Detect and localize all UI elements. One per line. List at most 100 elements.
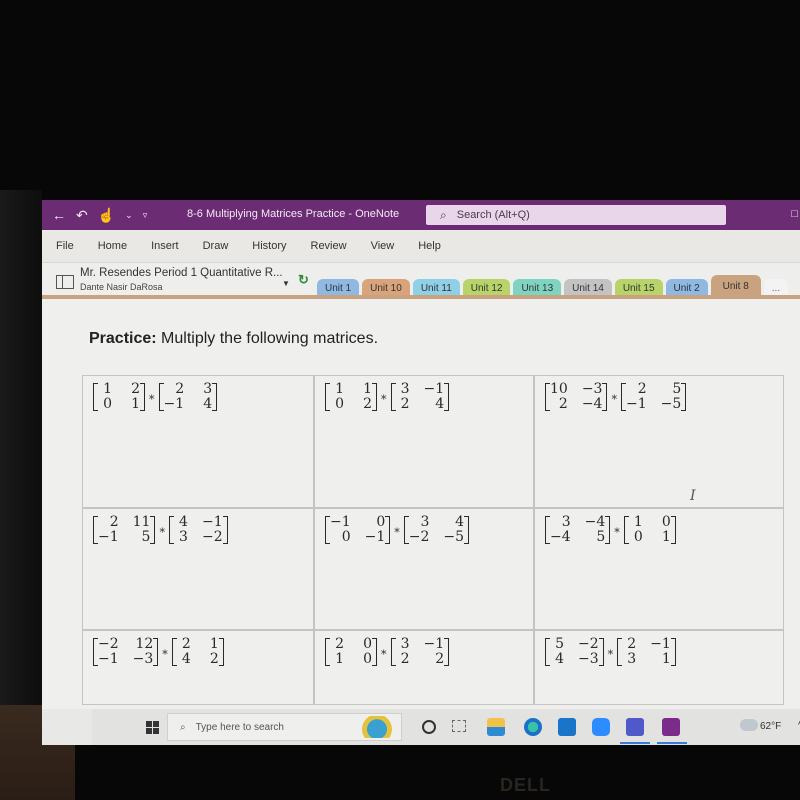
- mail-icon[interactable]: [558, 718, 576, 736]
- matrix-entry: 1: [209, 636, 219, 652]
- matrix-a: −2 12 −1 −3: [93, 636, 159, 667]
- menu-insert[interactable]: Insert: [151, 240, 179, 252]
- matrix-entry: 4: [203, 396, 213, 412]
- problem-cell[interactable]: 10 −3 2 −4 * 2 5 −1 −5: [534, 375, 784, 508]
- page-heading: Practice: Multiply the following matrice…: [89, 330, 378, 348]
- matrix-entry: −2: [408, 529, 430, 545]
- matrix-entry: 3: [561, 514, 571, 530]
- taskbar-search-placeholder: Type here to search: [195, 721, 284, 733]
- matrix-entry: 2: [435, 651, 445, 667]
- matrix-expression[interactable]: 5 −2 4 −3 * 2 −1 3 1: [545, 637, 676, 667]
- matrix-entry: −5: [660, 396, 682, 412]
- matrix-entry: 1: [335, 381, 344, 397]
- problem-cell[interactable]: −2 12 −1 −3 * 2 1 4 2: [82, 630, 314, 705]
- matrix-expression[interactable]: 10 −3 2 −4 * 2 5 −1 −5: [545, 381, 687, 412]
- matrix-entry: 3: [627, 651, 637, 667]
- search-icon: ⌕: [440, 207, 447, 222]
- onenote-active-indicator: [657, 742, 687, 744]
- matrix-entry: 0: [661, 514, 671, 530]
- matrix-b: 2 3 −1 4: [158, 381, 218, 412]
- sync-icon[interactable]: ↻: [298, 272, 309, 288]
- onenote-icon[interactable]: [662, 718, 680, 736]
- temperature[interactable]: 62°F: [760, 721, 781, 732]
- matrix-entry: 1: [335, 651, 344, 667]
- problem-cell[interactable]: 1 2 0 1 * 2 3 −1 4: [82, 375, 314, 508]
- notebook-name[interactable]: Mr. Resendes Period 1 Quantitative R...: [80, 267, 283, 279]
- matrix-expression[interactable]: 1 2 0 1 * 2 3 −1 4: [93, 382, 217, 412]
- problem-cell[interactable]: 3 −4 −4 5 * 1 0 0 1: [534, 508, 784, 630]
- matrix-entry: 0: [103, 396, 112, 412]
- matrix-expression[interactable]: 2 0 1 0 * 3 −1 2 2: [325, 637, 449, 667]
- notebook-dropdown-icon[interactable]: ▼: [282, 279, 290, 288]
- problem-cell[interactable]: 5 −2 4 −3 * 2 −1 3 1: [534, 630, 784, 705]
- matrix-entry: 2: [335, 636, 344, 652]
- matrix-entry: 3: [179, 529, 188, 545]
- menu-review[interactable]: Review: [311, 240, 347, 252]
- matrix-expression[interactable]: −2 12 −1 −3 * 2 1 4 2: [93, 637, 224, 667]
- screen: ← ↶ ☝ ⌄ ▿ 8-6 Multiplying Matrices Pract…: [42, 200, 800, 745]
- matrix-entry: 0: [335, 396, 344, 412]
- matrix-entry: 4: [435, 396, 445, 412]
- matrix-entry: 0: [363, 651, 372, 667]
- matrix-entry: 2: [181, 636, 191, 652]
- taskbar-search[interactable]: ⌕ Type here to search: [167, 713, 402, 741]
- problem-cell[interactable]: −1 0 0 −1 * 3 4 −2 −5: [314, 508, 534, 630]
- matrix-expression[interactable]: 2 11 −1 5 * 4 −1 3 −2: [93, 515, 228, 545]
- problem-cell[interactable]: 2 0 1 0 * 3 −1 2 2: [314, 630, 534, 705]
- photo-stage: ← ↶ ☝ ⌄ ▿ 8-6 Multiplying Matrices Pract…: [0, 0, 800, 800]
- matrix-b: 2 5 −1 −5: [620, 381, 687, 412]
- problem-cell[interactable]: 2 11 −1 5 * 4 −1 3 −2: [82, 508, 314, 630]
- task-view-icon[interactable]: [452, 720, 466, 732]
- matrix-entry: −2: [201, 529, 223, 545]
- matrix-entry: −2: [578, 636, 599, 652]
- matrix-entry: 3: [420, 514, 430, 530]
- matrix-entry: 12: [135, 636, 154, 652]
- menu-help[interactable]: Help: [418, 240, 441, 252]
- chevron-down-icon[interactable]: ⌄: [125, 210, 133, 221]
- multiply-operator: *: [607, 647, 614, 661]
- customize-toolbar-icon[interactable]: ▿: [143, 210, 148, 221]
- back-icon[interactable]: ←: [52, 207, 66, 223]
- edge-icon[interactable]: [524, 718, 542, 736]
- notebook-icon[interactable]: [56, 275, 74, 289]
- page-canvas[interactable]: Practice: Multiply the following matrice…: [42, 299, 800, 709]
- matrix-entry: −4: [584, 514, 606, 530]
- menu-file[interactable]: File: [56, 240, 74, 252]
- matrix-entry: 1: [661, 651, 671, 667]
- teams-icon[interactable]: [626, 718, 644, 736]
- zoom-icon[interactable]: [592, 718, 610, 736]
- menu-view[interactable]: View: [371, 240, 395, 252]
- windows-start-icon[interactable]: [146, 721, 159, 734]
- matrix-entry: 1: [131, 396, 140, 412]
- matrix-entry: 2: [400, 396, 410, 412]
- search-box[interactable]: ⌕ Search (Alt+Q): [426, 205, 726, 225]
- matrix-entry: 5: [672, 381, 682, 397]
- cortana-icon[interactable]: [422, 720, 436, 734]
- window-control-icon[interactable]: □: [791, 208, 798, 220]
- file-explorer-icon[interactable]: [487, 718, 505, 736]
- matrix-entry: −1: [423, 636, 445, 652]
- matrix-expression[interactable]: −1 0 0 −1 * 3 4 −2 −5: [325, 514, 470, 545]
- undo-icon[interactable]: ↶: [76, 207, 88, 224]
- weather-icon[interactable]: [740, 719, 758, 731]
- matrix-entry: 1: [661, 529, 671, 545]
- multiply-operator: *: [611, 392, 617, 406]
- matrix-entry: 3: [400, 636, 410, 652]
- matrix-a: 1102: [325, 382, 377, 412]
- matrix-entry: 3: [203, 381, 213, 397]
- touch-mode-icon[interactable]: ☝: [98, 207, 115, 224]
- matrix-entry: −3: [581, 381, 603, 397]
- window-title: 8-6 Multiplying Matrices Practice - OneN…: [187, 208, 400, 220]
- matrix-entry: 0: [363, 636, 372, 652]
- matrix-entry: 1: [633, 514, 643, 530]
- matrix-expression[interactable]: 3 −4 −4 5 * 1 0 0 1: [545, 515, 676, 545]
- menu-home[interactable]: Home: [98, 240, 127, 252]
- menu-history[interactable]: History: [252, 240, 286, 252]
- matrix-a: 5 −2 4 −3: [545, 637, 604, 667]
- matrix-entry: 0: [376, 514, 386, 530]
- menu-draw[interactable]: Draw: [203, 240, 229, 252]
- section-tab-unit-8[interactable]: Unit 8: [710, 275, 761, 297]
- matrix-expression[interactable]: 1 1 0 2 * 3 −1 2 4: [325, 382, 449, 412]
- problem-cell[interactable]: 1 1 0 2 * 3 −1 2 4: [314, 375, 534, 508]
- matrix-entry: −3: [132, 651, 154, 667]
